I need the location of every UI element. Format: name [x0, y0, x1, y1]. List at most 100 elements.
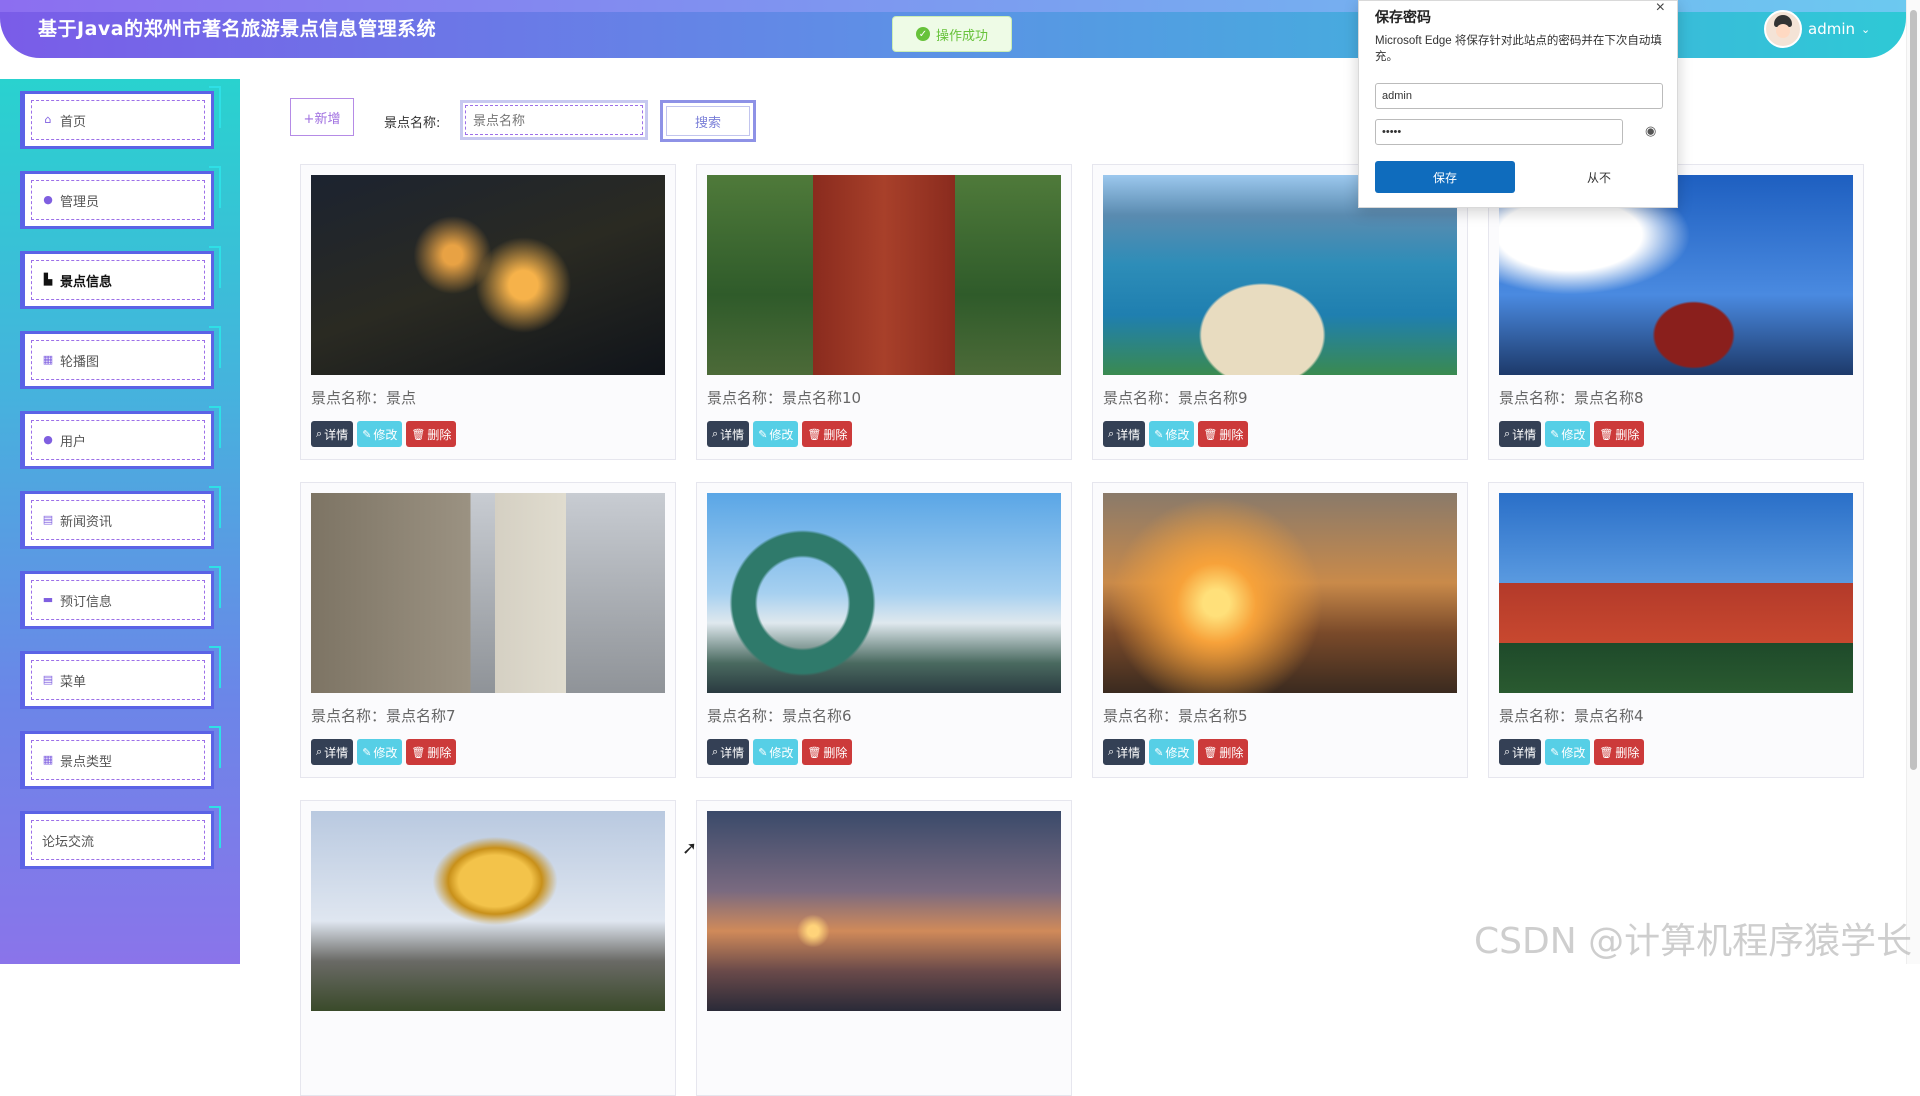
- edit-button[interactable]: ✎ 修改: [753, 421, 799, 447]
- edit-button[interactable]: ✎ 修改: [357, 421, 403, 447]
- sidebar-item-6[interactable]: ▬ 预订信息: [20, 566, 221, 629]
- sidebar-item-7[interactable]: ▤ 菜单: [20, 646, 221, 709]
- delete-button[interactable]: 🗑 删除: [802, 739, 853, 765]
- delete-button[interactable]: 🗑 删除: [406, 739, 457, 765]
- sidebar-item-4[interactable]: ● 用户: [20, 406, 221, 469]
- pencil-icon: ✎: [758, 745, 768, 759]
- button-label: 详情: [1116, 427, 1141, 442]
- sidebar-item-8[interactable]: ▦ 景点类型: [20, 726, 221, 789]
- save-password-button[interactable]: 保存: [1375, 161, 1515, 193]
- ring-sculpture-photo[interactable]: [707, 493, 1061, 693]
- button-label: 修改: [373, 745, 398, 760]
- dialog-description: Microsoft Edge 将保存针对此站点的密码并在下次自动填充。: [1375, 35, 1662, 63]
- sidebar-item-inner[interactable]: ▦ 轮播图: [31, 340, 205, 380]
- edit-button[interactable]: ✎ 修改: [1149, 421, 1195, 447]
- golden-lotus-photo[interactable]: [311, 811, 665, 1011]
- delete-button[interactable]: 🗑 删除: [406, 421, 457, 447]
- trash-icon: 🗑: [1203, 427, 1218, 441]
- delete-button[interactable]: 🗑 删除: [1594, 421, 1645, 447]
- detail-button[interactable]: ⌕ 详情: [1103, 739, 1146, 765]
- detail-button[interactable]: ⌕ 详情: [707, 421, 750, 447]
- delete-button[interactable]: 🗑 删除: [1594, 739, 1645, 765]
- detail-button[interactable]: ⌕ 详情: [311, 739, 354, 765]
- add-button[interactable]: +新增: [290, 98, 354, 136]
- button-label: 删除: [1615, 745, 1640, 760]
- success-toast: ✓ 操作成功: [892, 16, 1012, 52]
- sidebar-item-3[interactable]: ▦ 轮播图: [20, 326, 221, 389]
- sidebar-item-inner[interactable]: ▦ 景点类型: [31, 740, 205, 780]
- card-actions: ⌕ 详情 ✎ 修改 🗑 删除: [707, 421, 853, 447]
- search-icon: ⌕: [1108, 427, 1115, 440]
- edit-button[interactable]: ✎ 修改: [1149, 739, 1195, 765]
- carousel-icon: ▦: [42, 353, 54, 366]
- detail-button[interactable]: ⌕ 详情: [1499, 739, 1542, 765]
- scroll-thumb[interactable]: [1910, 10, 1917, 770]
- avatar[interactable]: [1764, 10, 1802, 48]
- sidebar-item-1[interactable]: ● 管理员: [20, 166, 221, 229]
- sidebar-item-9[interactable]: 论坛交流: [20, 806, 221, 869]
- leaning-tower-photo[interactable]: [311, 493, 665, 693]
- sidebar-item-inner[interactable]: ● 用户: [31, 420, 205, 460]
- sidebar-item-inner[interactable]: ▤ 新闻资讯: [31, 500, 205, 540]
- card-actions: ⌕ 详情 ✎ 修改 🗑 删除: [311, 739, 457, 765]
- delete-button[interactable]: 🗑 删除: [1198, 739, 1249, 765]
- trash-icon: 🗑: [1599, 427, 1614, 441]
- pier-sunset-photo[interactable]: [707, 811, 1061, 1011]
- sidebar-item-inner[interactable]: ● 管理员: [31, 180, 205, 220]
- search-input[interactable]: [460, 100, 648, 140]
- detail-button[interactable]: ⌕ 详情: [1499, 421, 1542, 447]
- password-field[interactable]: •••••: [1375, 119, 1623, 145]
- sidebar-item-0[interactable]: ⌂ 首页: [20, 86, 221, 149]
- card-actions: ⌕ 详情 ✎ 修改 🗑 删除: [707, 739, 853, 765]
- chevron-down-icon[interactable]: ⌄: [1861, 23, 1870, 36]
- username[interactable]: admin: [1808, 20, 1855, 38]
- eye-icon[interactable]: ◉: [1645, 123, 1656, 139]
- sidebar-item-inner[interactable]: 论坛交流: [31, 820, 205, 860]
- sidebar-item-2[interactable]: ▙ 景点信息: [20, 246, 221, 309]
- mouse-cursor-icon: ➚: [682, 838, 698, 859]
- close-icon[interactable]: ×: [1656, 0, 1665, 17]
- search-button[interactable]: 搜索: [660, 100, 756, 142]
- tiananmen-photo[interactable]: [1499, 493, 1853, 693]
- sunset-pavilion-photo[interactable]: [1103, 493, 1457, 693]
- edit-button[interactable]: ✎ 修改: [753, 739, 799, 765]
- sidebar-item-5[interactable]: ▤ 新闻资讯: [20, 486, 221, 549]
- scenic-card: 景点名称：景点名称7 ⌕ 详情 ✎ 修改 🗑 删除: [300, 482, 676, 778]
- pencil-icon: ✎: [1154, 745, 1164, 759]
- button-label: 删除: [1615, 427, 1640, 442]
- booking-icon: ▬: [42, 593, 54, 606]
- search-icon: ⌕: [1504, 745, 1511, 758]
- scenic-icon: ▙: [43, 273, 53, 286]
- user-menu[interactable]: admin ⌄: [1764, 10, 1870, 48]
- button-label: 删除: [427, 745, 452, 760]
- card-title: 景点名称：景点名称7: [311, 707, 456, 725]
- edit-button[interactable]: ✎ 修改: [1545, 421, 1591, 447]
- sidebar-item-inner[interactable]: ⌂ 首页: [31, 100, 205, 140]
- page-scrollbar[interactable]: [1906, 0, 1920, 964]
- sidebar-item-label: 菜单: [60, 674, 87, 690]
- button-label: 详情: [1512, 427, 1537, 442]
- delete-button[interactable]: 🗑 删除: [802, 421, 853, 447]
- never-button[interactable]: 从不: [1539, 161, 1659, 193]
- username-field[interactable]: admin: [1375, 83, 1663, 109]
- night-resort-photo[interactable]: [311, 175, 665, 375]
- sidebar-item-label: 景点类型: [60, 754, 113, 770]
- pagoda-photo[interactable]: [707, 175, 1061, 375]
- sidebar-item-inner[interactable]: ▬ 预订信息: [31, 580, 205, 620]
- trash-icon: 🗑: [1599, 745, 1614, 759]
- detail-button[interactable]: ⌕ 详情: [1103, 421, 1146, 447]
- card-title: 景点名称：景点名称4: [1499, 707, 1644, 725]
- app-title: 基于Java的郑州市著名旅游景点信息管理系统: [38, 18, 437, 40]
- detail-button[interactable]: ⌕ 详情: [311, 421, 354, 447]
- edit-button[interactable]: ✎ 修改: [1545, 739, 1591, 765]
- detail-button[interactable]: ⌕ 详情: [707, 739, 750, 765]
- check-circle-icon: ✓: [915, 27, 930, 41]
- sidebar-item-inner[interactable]: ▤ 菜单: [31, 660, 205, 700]
- sidebar-item-label: 新闻资讯: [60, 514, 113, 530]
- card-actions: ⌕ 详情 ✎ 修改 🗑 删除: [1103, 739, 1249, 765]
- card-actions: ⌕ 详情 ✎ 修改 🗑 删除: [1499, 421, 1645, 447]
- delete-button[interactable]: 🗑 删除: [1198, 421, 1249, 447]
- trash-icon: 🗑: [807, 427, 822, 441]
- sidebar-item-inner[interactable]: ▙ 景点信息: [31, 260, 205, 300]
- edit-button[interactable]: ✎ 修改: [357, 739, 403, 765]
